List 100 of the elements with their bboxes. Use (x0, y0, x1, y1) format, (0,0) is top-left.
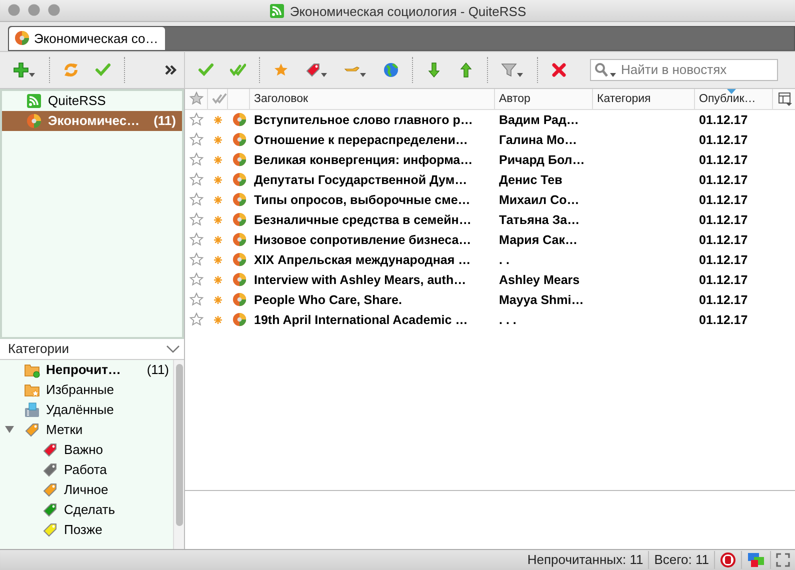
news-title[interactable]: People Who Care, Share. (250, 290, 495, 310)
label-name: Важно (64, 442, 104, 457)
check-icon (95, 62, 111, 78)
category-item[interactable]: Метки (0, 420, 173, 440)
category-item[interactable]: Избранные (0, 380, 173, 400)
folder-icon (24, 362, 40, 378)
news-title[interactable]: 19th April International Academic … (250, 310, 495, 330)
search-icon (594, 62, 617, 78)
folder-icon (24, 382, 40, 398)
news-title[interactable]: XIX Апрельская международная … (250, 250, 495, 270)
star-icon (273, 62, 289, 78)
news-date: 01.12.17 (698, 152, 749, 168)
read-column-icon (212, 91, 227, 106)
news-author: Ashley Mears (498, 272, 581, 289)
feed-name: Экономичес… (48, 113, 141, 128)
news-author: Татьяна За… (498, 212, 581, 228)
search-field[interactable]: Найти в новостях (590, 58, 778, 80)
news-author: Денис Тев (498, 172, 564, 188)
label-item[interactable]: Сделать (0, 500, 173, 520)
arrow-down-icon (426, 62, 442, 78)
category-name: Избранные (46, 382, 115, 397)
column-header[interactable]: Автор (495, 88, 593, 108)
news-author: . . (498, 252, 510, 268)
check-icon (198, 62, 214, 78)
feed-icon (232, 132, 247, 147)
rss-icon (268, 3, 285, 19)
news-date: 01.12.17 (698, 292, 749, 308)
news-date: 01.12.17 (698, 172, 749, 188)
label-item[interactable]: Работа (0, 460, 173, 480)
tag-icon (24, 422, 40, 438)
windows-icon (747, 552, 765, 568)
news-title[interactable]: Депутаты Государственной Дум… (250, 170, 495, 190)
fax-machine-icon (24, 402, 40, 418)
window-control-icon (48, 4, 60, 16)
window-control-icon (28, 4, 40, 16)
news-date: 01.12.17 (698, 252, 749, 268)
news-title[interactable]: Вступительное слово главного р… (250, 110, 495, 130)
column-header[interactable]: Заголовок (250, 88, 495, 108)
feed-icon (232, 212, 247, 227)
tag-icon (305, 62, 328, 78)
label-item[interactable]: Позже (0, 520, 173, 540)
scrollbar-thumb[interactable] (176, 364, 182, 526)
news-author: . . . (498, 312, 518, 328)
feed-icon (232, 112, 247, 127)
category-name: Непрочит… (46, 362, 122, 377)
unread-status: Непрочитанных: 11 (522, 550, 650, 569)
news-title[interactable]: Низовое сопротивление бизнеса… (250, 230, 495, 250)
total-status: Всего: 11 (649, 550, 715, 569)
news-author: Михаил Со… (498, 192, 580, 208)
news-author: Mayya Shmi… (498, 292, 585, 309)
label-item[interactable]: Личное (0, 480, 173, 500)
news-title[interactable]: Interview with Ashley Mears, auth… (250, 270, 495, 290)
column-header[interactable]: Категория (593, 88, 695, 108)
news-title[interactable]: Безналичные средства в семейн… (250, 210, 495, 230)
feed-icon (26, 112, 42, 128)
feed-icon (232, 272, 247, 287)
news-author: Вадим Рад… (498, 112, 580, 128)
news-title[interactable]: Типы опросов, выборочные сме… (250, 190, 495, 210)
double-check-icon (230, 62, 246, 78)
feed-icon (14, 30, 30, 46)
feed-tab[interactable]: Экономическая со… (9, 26, 165, 50)
news-date: 01.12.17 (698, 192, 749, 208)
news-date: 01.12.17 (698, 312, 749, 328)
label-name: Личное (64, 482, 108, 497)
news-date: 01.12.17 (698, 112, 749, 128)
label-item[interactable]: Важно (0, 440, 173, 460)
feed-icon (232, 152, 247, 167)
feed-name: QuiteRSS (48, 93, 107, 108)
categories-title: Категории (8, 341, 69, 356)
news-title[interactable]: Великая конвергенция: информа… (250, 150, 495, 170)
globe-icon (383, 62, 399, 78)
category-name: Удалённые (46, 402, 115, 417)
news-date: 01.12.17 (698, 232, 749, 248)
feed-item[interactable]: Экономичес… (11) (2, 110, 182, 130)
news-author: Ричард Бол… (498, 152, 586, 169)
feed-icon (232, 292, 247, 307)
feed-icon (232, 192, 247, 207)
column-header[interactable]: Опублик… (695, 88, 773, 108)
label-name: Позже (64, 522, 102, 537)
category-item[interactable]: Непрочит… (11) (0, 360, 173, 380)
arrow-up-icon (458, 62, 474, 78)
window-title: Экономическая социология - QuiteRSS (290, 4, 526, 18)
chevron-down-icon (166, 344, 180, 354)
category-name: Метки (46, 422, 84, 437)
column-picker-icon (777, 90, 793, 106)
refresh-icon (63, 62, 79, 78)
feed-icon (232, 312, 247, 327)
feed-icon (232, 172, 247, 187)
category-item[interactable]: Удалённые (0, 400, 173, 420)
news-title[interactable]: Отношение к перераспределени… (250, 130, 495, 150)
label-name: Сделать (64, 502, 116, 517)
star-column-icon (189, 91, 204, 106)
feed-icon (232, 252, 247, 267)
label-name: Работа (64, 462, 107, 477)
unread-count: (11) (154, 113, 177, 128)
news-date: 01.12.17 (698, 132, 749, 148)
feed-item[interactable]: QuiteRSS (2, 90, 182, 110)
news-author: Мария Сак… (498, 232, 578, 249)
categories-header[interactable]: Категории (0, 338, 184, 360)
stop-icon (720, 552, 736, 568)
